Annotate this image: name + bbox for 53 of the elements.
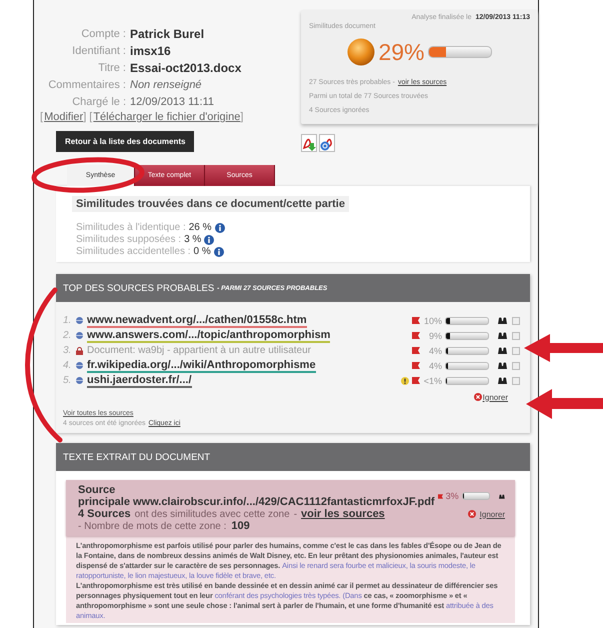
- source-link[interactable]: fr.wikipedia.org/.../wiki/Anthropomorphisme: [87, 358, 316, 372]
- percent-text: 4%: [428, 346, 442, 356]
- link[interactable]: Télécharger le fichier d'origine: [93, 111, 240, 123]
- field-label: Commentaires :: [47, 78, 126, 93]
- stat-label: Similitudes supposées :: [76, 234, 182, 246]
- percent-text: 3%: [446, 491, 459, 501]
- row-number: 1.: [63, 315, 72, 326]
- dash-text: -: [294, 508, 298, 520]
- field-value: Patrick Burel: [130, 26, 206, 42]
- document-text: Document: wa9bj - appartient à un autre utilisateur: [87, 345, 312, 356]
- back-button[interactable]: Retour à la liste des documents: [56, 131, 194, 152]
- source-link[interactable]: www.answers.com/.../topic/anthropomorphism: [87, 328, 330, 342]
- bracket-text: [: [40, 111, 44, 123]
- percent-text: 9%: [428, 330, 442, 340]
- field-value: 12/09/2013 11:11: [130, 95, 216, 110]
- source-label: Source principale: [78, 484, 128, 508]
- percent-text: 4%: [428, 360, 442, 370]
- stat-value: 3 %: [184, 234, 202, 246]
- similarity-percent: 29%: [378, 38, 424, 66]
- section-title: TOP DES SOURCES PROBABLES: [63, 282, 214, 294]
- word-count: 109: [231, 520, 250, 532]
- bracket-text: ]: [240, 111, 244, 123]
- link[interactable]: voir les sources: [301, 508, 385, 520]
- source-link[interactable]: www.newadvent.org/.../cathen/01558c.htm: [87, 314, 307, 328]
- field-label: Identifiant :: [71, 44, 126, 59]
- row-number: 2.: [63, 330, 72, 341]
- source-link[interactable]: ushi.jaerdoster.fr/.../: [87, 374, 192, 388]
- source-url: www.clairobscur.info/.../429/CAC1112fantasticmrfoxJF.pdf: [133, 496, 435, 508]
- field-value: Essai-oct2013.docx: [130, 60, 242, 76]
- ignore-link[interactable]: Ignorer: [480, 510, 505, 518]
- percent-text: <1%: [423, 376, 442, 386]
- stat-label: Similitudes à l'identique :: [76, 222, 186, 234]
- row-number: 4.: [63, 360, 72, 371]
- field-label: Chargé le :: [71, 95, 126, 110]
- section-heading: Similitudes trouvées dans ce document/cette partie: [72, 196, 349, 212]
- sources-count: 4 Sources: [78, 508, 131, 520]
- row-number: 3.: [63, 345, 72, 356]
- sources-text: ont des similitudes avec cette zone: [134, 508, 290, 520]
- section-title: TEXTE EXTRAIT DU DOCUMENT: [63, 452, 210, 462]
- field-label: Titre :: [97, 61, 126, 76]
- stat-value: 26 %: [188, 222, 212, 234]
- ignore-link[interactable]: Ignorer: [482, 392, 508, 402]
- field-value: Non renseigné: [130, 78, 203, 93]
- word-count-label: - Nombre de mots de cette zone :: [78, 520, 226, 532]
- stat-value: 0 %: [194, 246, 211, 258]
- bracket-text: [: [89, 111, 92, 123]
- row-number: 5.: [63, 375, 72, 386]
- field-value: imsx16: [130, 43, 172, 59]
- field-label: Compte :: [80, 27, 126, 42]
- bracket-text: ]: [83, 111, 86, 123]
- percent-text: 10%: [423, 316, 442, 326]
- link[interactable]: Modifier: [44, 111, 84, 123]
- stat-label: Similitudes accidentelles :: [76, 246, 190, 258]
